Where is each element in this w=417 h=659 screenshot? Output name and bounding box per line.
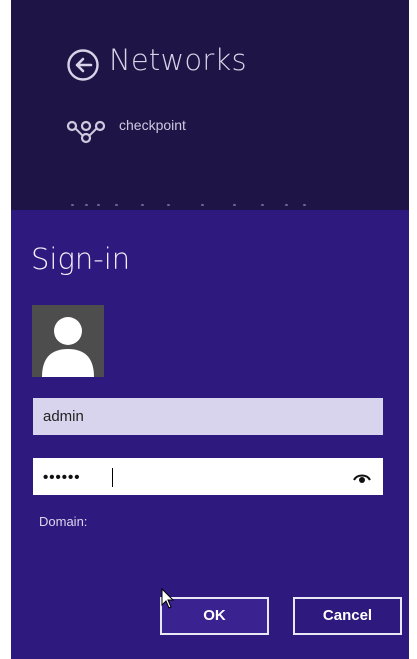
password-field[interactable]: •••••• xyxy=(33,458,383,495)
cancel-button[interactable]: Cancel xyxy=(293,597,402,635)
networks-panel: Networks checkpoint xyxy=(11,0,409,210)
person-silhouette-icon xyxy=(32,305,104,377)
username-input[interactable] xyxy=(33,398,383,435)
network-link-icon xyxy=(66,120,106,144)
password-input[interactable]: •••••• xyxy=(33,458,383,495)
back-arrow-icon[interactable] xyxy=(66,48,100,82)
reveal-password-eye-icon[interactable] xyxy=(353,472,371,484)
app-frame: Networks checkpoint Sign-in admin ••••••… xyxy=(11,0,409,659)
user-avatar-icon xyxy=(32,305,104,377)
ok-button[interactable]: OK xyxy=(160,597,269,635)
networks-title: Networks xyxy=(109,43,247,77)
signin-title: Sign-in xyxy=(31,242,131,276)
domain-label: Domain: xyxy=(39,514,88,529)
mouse-pointer-icon xyxy=(161,588,175,609)
text-caret xyxy=(112,468,113,487)
password-mask: •••••• xyxy=(43,469,81,486)
signin-panel: Sign-in •••••• Domain: OK Cancel xyxy=(11,210,409,659)
faded-network-row xyxy=(71,202,311,208)
username-field[interactable] xyxy=(33,398,383,435)
network-name[interactable]: checkpoint xyxy=(119,117,186,133)
